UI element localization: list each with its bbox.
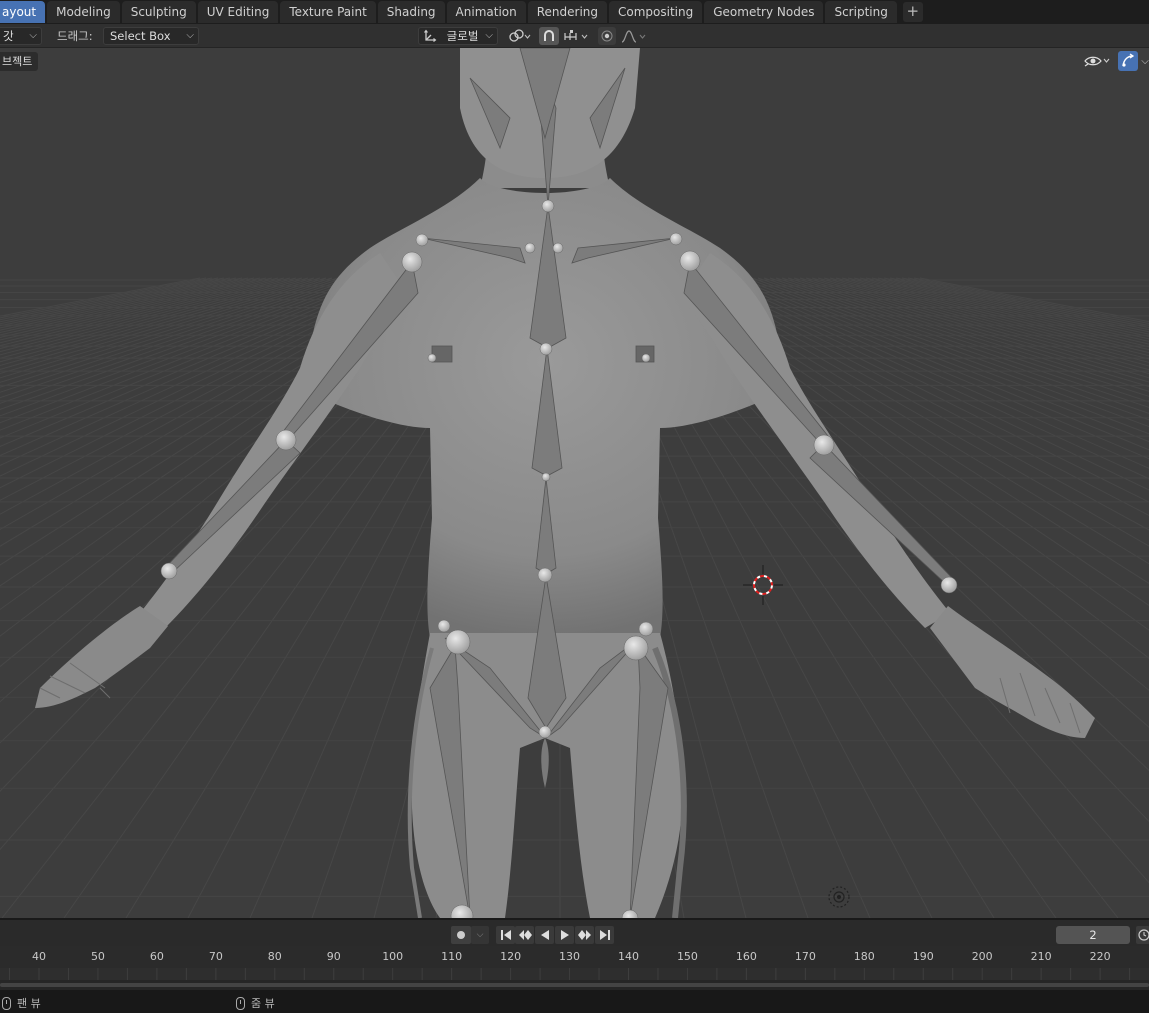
- tab-layout[interactable]: ayout: [0, 1, 46, 23]
- tab-geometry-nodes[interactable]: Geometry Nodes: [704, 1, 824, 23]
- jump-to-next-keyframe-button[interactable]: [575, 926, 594, 944]
- timeline-scrollbar[interactable]: [0, 980, 1149, 990]
- status-pan-view: 팬 뷰: [2, 995, 41, 1011]
- viewport-header: 갓 ⌵ 드래그: Select Box ⌵ 글로벌 ⌵: [0, 24, 1149, 48]
- ruler-tick-label: 150: [676, 950, 698, 963]
- chevron-down-icon: ⌵: [186, 30, 194, 41]
- pan-view-label: 팬 뷰: [17, 997, 41, 1010]
- ruler-tick-label: 90: [326, 950, 341, 963]
- play-icon: [560, 930, 569, 940]
- transform-orientation-dropdown[interactable]: 글로벌 ⌵: [418, 27, 498, 45]
- jump-end-icon: [599, 930, 610, 940]
- add-workspace-button[interactable]: +: [902, 2, 923, 22]
- jump-to-end-button[interactable]: [595, 926, 614, 944]
- clock-icon: [1138, 929, 1149, 941]
- current-frame-field[interactable]: 2: [1056, 926, 1130, 944]
- ruler-tick-label: 140: [618, 950, 639, 963]
- falloff-curve-icon: [621, 30, 646, 43]
- tab-animation[interactable]: Animation: [446, 1, 526, 23]
- jump-start-icon: [500, 930, 511, 940]
- chevron-down-icon: ⌵: [476, 930, 484, 940]
- tab-uv-editing[interactable]: UV Editing: [197, 1, 279, 23]
- ruler-tick-label: 170: [794, 950, 816, 963]
- pivot-point-dropdown[interactable]: [505, 27, 535, 45]
- viewport-scene: [0, 48, 1149, 918]
- chevron-down-icon: ⌵: [1141, 55, 1149, 67]
- mode-dropdown[interactable]: 갓 ⌵: [0, 27, 42, 45]
- play-reverse-icon: [540, 930, 549, 940]
- snap-increment-icon: [564, 30, 588, 40]
- mode-label: 갓: [3, 29, 14, 43]
- object-menu[interactable]: 브젝트: [0, 52, 39, 71]
- pivot-link-icon: [509, 29, 531, 42]
- record-icon: [457, 931, 465, 939]
- ruler-tick-label: 220: [1089, 950, 1111, 963]
- play-button[interactable]: [555, 926, 574, 944]
- gizmo-toggle[interactable]: [1118, 51, 1138, 71]
- timeline-tick-marks: [9, 968, 1131, 980]
- eye-icon: [1084, 56, 1110, 67]
- keying-dropdown[interactable]: ⌵: [471, 926, 489, 944]
- tab-compositing[interactable]: Compositing: [609, 1, 703, 23]
- next-keyframe-icon: [577, 930, 591, 940]
- timeline-ruler[interactable]: 40 50 60 70 80 90 100 110 120 130 140 150 160 170 180 1…: [0, 946, 1149, 968]
- scrollbar-thumb[interactable]: [0, 983, 1149, 987]
- proportional-falloff-dropdown[interactable]: [618, 27, 650, 45]
- orientation-label: 글로벌: [446, 29, 479, 43]
- human-mesh: [35, 48, 1095, 918]
- 3d-cursor-icon: [743, 565, 783, 605]
- 3d-viewport[interactable]: 브젝트 ⌵: [0, 48, 1149, 918]
- ruler-tick-label: 160: [735, 950, 757, 963]
- ruler-tick-label: 60: [149, 950, 164, 963]
- chevron-down-icon: ⌵: [29, 30, 37, 41]
- magnet-icon: [544, 30, 554, 41]
- ruler-tick-label: 200: [971, 950, 993, 963]
- jump-to-prev-keyframe-button[interactable]: [515, 926, 534, 944]
- proportional-editing-toggle[interactable]: [598, 27, 616, 45]
- ruler-tick-label: 110: [441, 950, 463, 963]
- timeline-track[interactable]: [0, 968, 1149, 980]
- proportional-editing-icon: [601, 30, 613, 42]
- tab-sculpting[interactable]: Sculpting: [121, 1, 196, 23]
- ruler-tick-label: 70: [208, 950, 223, 963]
- visibility-dropdown[interactable]: [1082, 51, 1112, 71]
- drag-label: 드래그:: [57, 29, 93, 43]
- gizmo-icon: [1122, 53, 1135, 67]
- mouse-scroll-icon: [236, 996, 245, 1010]
- snap-toggle[interactable]: [539, 27, 559, 45]
- ruler-tick-label: 120: [500, 950, 522, 963]
- ruler-tick-label: 40: [32, 950, 46, 963]
- ruler-tick-label: 180: [853, 950, 875, 963]
- timeline-header: ⌵ 2: [0, 918, 1149, 946]
- orientation-axes-icon: [424, 29, 437, 42]
- status-zoom-view: 줌 뷰: [236, 995, 275, 1011]
- ruler-tick-label: 190: [912, 950, 934, 963]
- snap-target-dropdown[interactable]: [560, 27, 594, 45]
- ruler-tick-label: 100: [382, 950, 404, 963]
- ruler-tick-label: 50: [90, 950, 105, 963]
- select-box-dropdown[interactable]: Select Box ⌵: [103, 27, 199, 45]
- tab-modeling[interactable]: Modeling: [47, 1, 120, 23]
- workspace-tab-bar: ayout Modeling Sculpting UV Editing Text…: [0, 0, 1149, 24]
- light-gizmo-icon: [828, 886, 850, 908]
- prev-keyframe-icon: [518, 930, 532, 940]
- zoom-view-label: 줌 뷰: [251, 997, 275, 1010]
- tab-rendering[interactable]: Rendering: [527, 1, 608, 23]
- jump-to-start-button[interactable]: [496, 926, 515, 944]
- select-mode-label: Select Box: [110, 29, 171, 43]
- ruler-tick-label: 80: [267, 950, 282, 963]
- frame-rate-button[interactable]: [1136, 926, 1149, 944]
- chevron-down-icon: ⌵: [485, 30, 493, 41]
- auto-keying-button[interactable]: [451, 926, 471, 944]
- gizmo-dropdown[interactable]: ⌵: [1139, 51, 1149, 71]
- status-bar: 팬 뷰 줌 뷰: [0, 990, 1149, 1013]
- ruler-tick-label: 130: [559, 950, 581, 963]
- tab-shading[interactable]: Shading: [377, 1, 445, 23]
- ruler-tick-label: 210: [1030, 950, 1052, 963]
- tab-texture-paint[interactable]: Texture Paint: [280, 1, 376, 23]
- mouse-middle-icon: [2, 996, 11, 1010]
- tab-scripting[interactable]: Scripting: [825, 1, 897, 23]
- play-reverse-button[interactable]: [535, 926, 554, 944]
